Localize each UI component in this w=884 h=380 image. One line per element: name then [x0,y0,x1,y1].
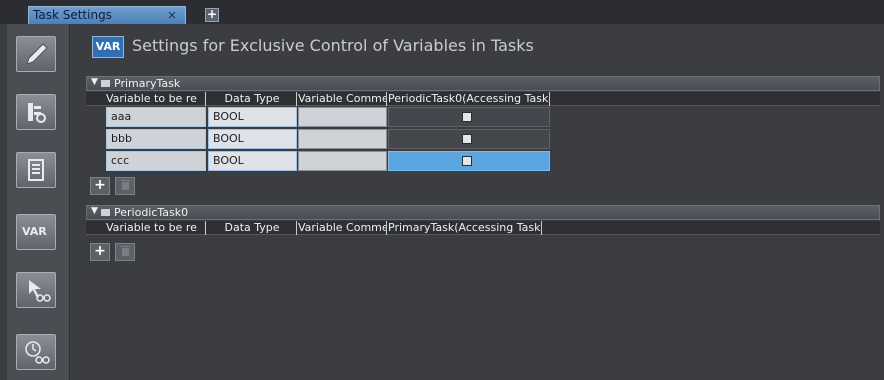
folder-icon [101,80,110,87]
column-header-comment[interactable]: Variable Commer [298,92,387,106]
variable-cell[interactable]: ccc [106,151,206,171]
column-header-accessing-task[interactable]: PrimaryTask(Accessing Task) [388,221,542,235]
column-header-variable[interactable]: Variable to be re [106,92,206,106]
access-checkbox[interactable] [462,156,472,166]
add-row-button[interactable]: + [90,243,110,261]
column-header-comment[interactable]: Variable Commer [298,221,387,235]
tab-label: Task Settings [33,8,112,22]
delete-row-button[interactable] [115,177,135,195]
comment-cell[interactable] [298,129,387,149]
table-header: Variable to be re Data Type Variable Com… [86,92,880,106]
column-header-variable[interactable]: Variable to be re [106,221,206,235]
expand-triangle-icon[interactable]: ▼ [91,206,98,216]
clock-glasses-icon[interactable] [16,334,56,370]
add-row-button[interactable]: + [90,177,110,195]
access-checkbox[interactable] [462,134,472,144]
data-type-cell[interactable]: BOOL [208,129,297,149]
data-type-cell[interactable]: BOOL [208,107,297,127]
trash-icon [121,180,130,190]
var-icon[interactable]: VAR [16,214,56,250]
comment-cell[interactable] [298,151,387,171]
var-icon-label: VAR [22,225,47,238]
tab-bar: Task Settings × + [0,0,884,24]
tab-task-settings[interactable]: Task Settings × [28,6,186,24]
main-panel: VAR Settings for Exclusive Control of Va… [70,24,884,380]
section-header-primarytask[interactable]: ▼ PrimaryTask [86,76,880,91]
table-row[interactable]: ccc BOOL [86,150,880,172]
table-row[interactable]: aaa BOOL [86,106,880,128]
delete-row-button[interactable] [115,243,135,261]
periodic-task-icon [101,209,110,216]
comment-cell[interactable] [298,107,387,127]
data-type-cell[interactable]: BOOL [208,151,297,171]
var-title-icon: VAR [92,36,124,58]
access-checkbox-cell[interactable] [388,129,550,149]
section-label: PeriodicTask0 [114,206,189,219]
table-row[interactable]: bbb BOOL [86,128,880,150]
access-checkbox[interactable] [462,112,472,122]
expand-triangle-icon[interactable]: ▼ [91,77,98,87]
close-icon[interactable]: × [167,8,177,22]
access-checkbox-cell-selected[interactable] [388,151,550,171]
document-list-icon[interactable] [16,152,56,188]
section-header-periodictask0[interactable]: ▼ PeriodicTask0 [86,205,880,220]
column-header-data-type[interactable]: Data Type [208,92,297,106]
column-header-data-type[interactable]: Data Type [208,221,297,235]
section-label: PrimaryTask [114,77,181,90]
new-tab-button[interactable]: + [205,8,219,22]
variable-cell[interactable]: aaa [106,107,206,127]
trash-icon [121,246,130,256]
variable-cell[interactable]: bbb [106,129,206,149]
page-title: Settings for Exclusive Control of Variab… [132,36,534,55]
table-header: Variable to be re Data Type Variable Com… [86,221,880,235]
task-list-icon[interactable] [16,94,56,130]
cursor-glasses-icon[interactable] [16,272,56,308]
left-toolbar: VAR [7,24,70,380]
edit-pencil-icon[interactable] [16,36,56,72]
access-checkbox-cell[interactable] [388,107,550,127]
column-header-accessing-task[interactable]: PeriodicTask0(Accessing Task) [388,92,550,106]
